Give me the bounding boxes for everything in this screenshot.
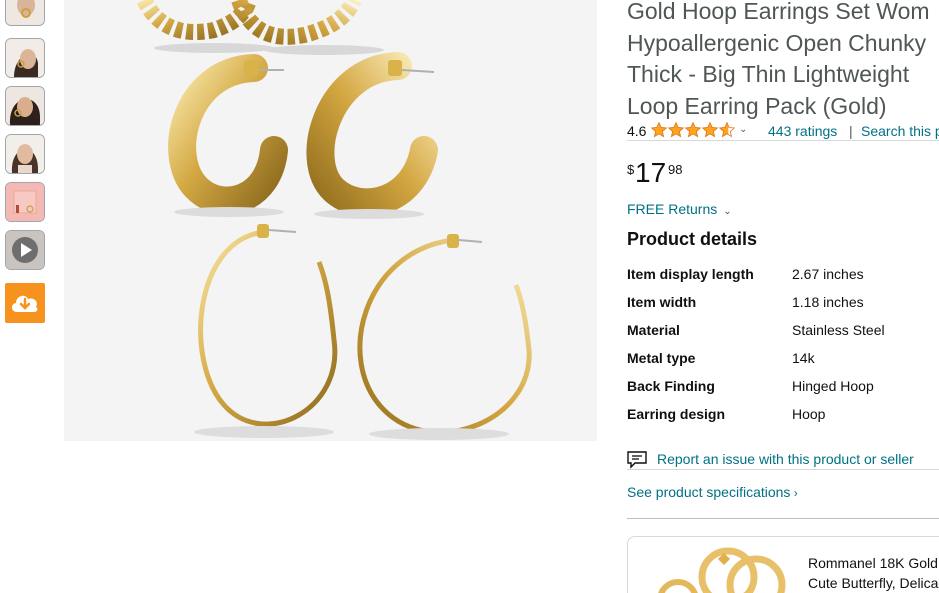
video-thumbnail-icon [6,231,44,269]
detail-row: Item display length 2.67 inches [627,266,939,286]
product-info-panel: Gold Hoop Earrings Set Wom Hypoallergeni… [627,0,939,593]
product-title[interactable]: Gold Hoop Earrings Set Wom Hypoallergeni… [627,0,939,122]
free-returns-label: FREE Returns [627,201,718,217]
detail-row: Back Finding Hinged Hoop [627,378,939,398]
detail-row: Material Stainless Steel [627,322,939,342]
title-line: Loop Earring Pack (Gold) [627,92,887,119]
price-symbol: $ [627,162,635,177]
detail-value: 2.67 inches [792,266,864,282]
package-thumbnail-icon [6,183,44,221]
detail-key: Item display length [627,266,754,282]
model-thumbnail-1-icon [6,39,44,77]
detail-key: Metal type [627,350,696,366]
recommendation-line: Rommanel 18K Gold [808,555,938,571]
recommendation-line: Cute Butterfly, Delica [808,575,939,591]
divider [627,518,939,519]
price-fraction: 98 [668,162,683,177]
divider [627,469,939,470]
butterfly-earrings-image [658,547,786,593]
product-specifications-link[interactable]: See product specifications › [627,484,798,500]
title-line: Hypoallergenic Open Chunky [627,29,927,56]
detail-value: 14k [792,350,815,366]
separator: | [849,123,853,139]
detail-value: 1.18 inches [792,294,864,310]
chevron-down-icon[interactable]: ⌄ [739,124,747,135]
detail-key: Item width [627,294,697,310]
model-thumbnail-2-icon [6,87,44,125]
download-button[interactable] [5,283,45,323]
hoop-earrings-image [136,0,532,440]
detail-value: Stainless Steel [792,322,885,338]
model-thumbnail-3-icon [6,135,44,173]
recommendation-card[interactable]: Rommanel 18K Gold Cute Butterfly, Delica [627,536,939,593]
detail-row: Earring design Hoop [627,406,939,426]
spec-link-label: See product specifications [627,484,791,500]
price-whole: 17 [635,157,667,188]
divider [627,140,939,141]
title-line: Gold Hoop Earrings Set Wom [627,0,930,24]
cloud-download-icon [11,295,38,312]
thumbnail-package[interactable] [5,182,45,222]
recommendation-title: Rommanel 18K Gold Cute Butterfly, Delica [808,553,938,593]
detail-row: Item width 1.18 inches [627,294,939,314]
detail-value: Hinged Hoop [792,378,874,394]
chevron-down-icon: ⌄ [723,206,732,217]
chevron-right-icon: › [790,486,798,500]
ratings-count-link[interactable]: 443 ratings [768,123,837,139]
detail-key: Material [627,322,680,338]
feedback-icon [627,451,647,469]
report-issue-link[interactable]: Report an issue with this product or sel… [627,450,939,470]
thumbnail-model-1[interactable] [5,38,45,78]
search-this-page-link[interactable]: Search this p [861,123,939,139]
product-details-heading: Product details [627,229,758,249]
free-returns-link[interactable]: FREE Returns ⌄ [627,201,732,217]
detail-value: Hoop [792,406,826,422]
thumbnail-earring[interactable] [5,0,45,26]
earring-thumbnail-1-icon [6,0,44,25]
detail-key: Earring design [627,406,726,422]
detail-key: Back Finding [627,378,715,394]
report-issue-label: Report an issue with this product or sel… [657,451,914,467]
thumbnail-model-2[interactable] [5,86,45,126]
detail-row: Metal type 14k [627,350,939,370]
rating-value: 4.6 [627,123,647,139]
star-rating-icon[interactable] [651,122,735,138]
title-line: Thick - Big Thin Lightweight [627,61,910,87]
thumbnail-video[interactable] [5,230,45,270]
thumbnail-model-3[interactable] [5,134,45,174]
main-product-image[interactable] [64,0,597,441]
